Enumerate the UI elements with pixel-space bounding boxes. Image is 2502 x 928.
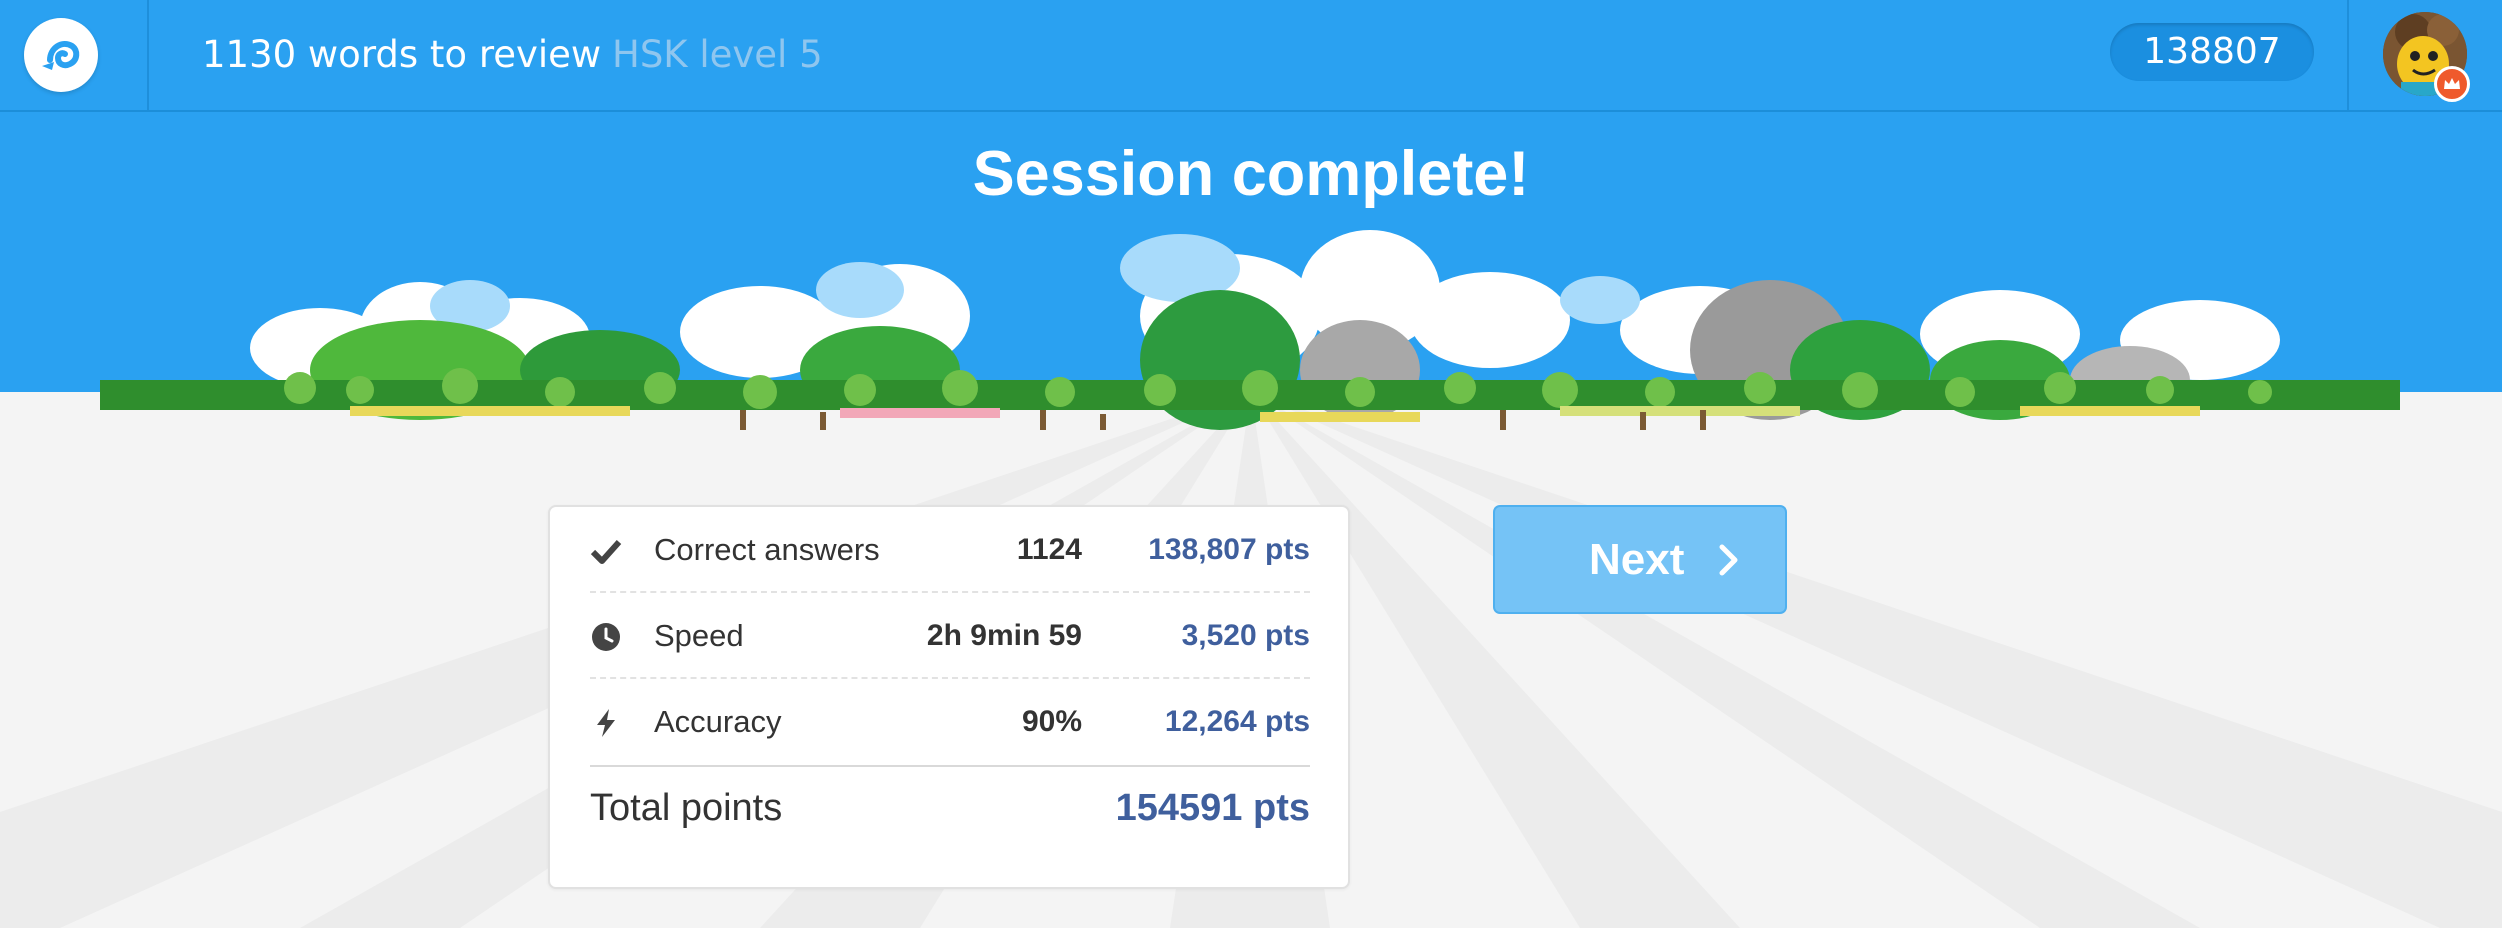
top-bar: 1130 words to review HSK level 5 138807 xyxy=(0,0,2502,112)
result-value: 2h 9min 59 xyxy=(926,619,1082,652)
chevron-right-icon xyxy=(1719,544,1738,576)
result-label: Accuracy xyxy=(654,704,782,739)
score-badge: 138807 xyxy=(2110,23,2314,81)
words-to-review-link[interactable]: 1130 words to review xyxy=(202,30,601,80)
total-points-row: Total points 154591 pts xyxy=(590,765,1310,889)
result-label: Speed xyxy=(654,618,744,653)
lightning-icon xyxy=(597,709,615,737)
result-points: 3,520 pts xyxy=(1181,619,1310,652)
result-value: 1124 xyxy=(1016,533,1082,566)
result-value: 90% xyxy=(1021,705,1082,738)
next-button[interactable]: Next xyxy=(1493,505,1787,614)
result-row-speed: Speed 2h 9min 59 3,520 pts xyxy=(590,593,1310,679)
header-divider xyxy=(2347,0,2349,110)
result-points: 138,807 pts xyxy=(1148,533,1310,566)
watering-can-icon xyxy=(42,40,80,70)
checkmark-icon xyxy=(590,539,622,564)
clock-icon xyxy=(592,623,620,651)
premium-crown-icon xyxy=(2434,66,2470,102)
course-level-link[interactable]: HSK level 5 xyxy=(612,30,823,80)
total-points-value: 154591 pts xyxy=(1115,787,1310,829)
header-divider xyxy=(147,0,149,110)
result-row-accuracy: Accuracy 90% 12,264 pts xyxy=(590,679,1310,765)
result-row-correct-answers: Correct answers 1124 138,807 pts xyxy=(590,507,1310,593)
page-title: Session complete! xyxy=(972,139,1530,209)
result-label: Correct answers xyxy=(654,532,880,567)
result-points: 12,264 pts xyxy=(1164,705,1310,738)
landscape-illustration xyxy=(100,230,2400,430)
app-logo[interactable] xyxy=(24,18,98,92)
next-button-label: Next xyxy=(1589,535,1685,584)
results-card: Correct answers 1124 138,807 pts Speed 2… xyxy=(548,505,1350,889)
total-label: Total points xyxy=(590,787,783,829)
